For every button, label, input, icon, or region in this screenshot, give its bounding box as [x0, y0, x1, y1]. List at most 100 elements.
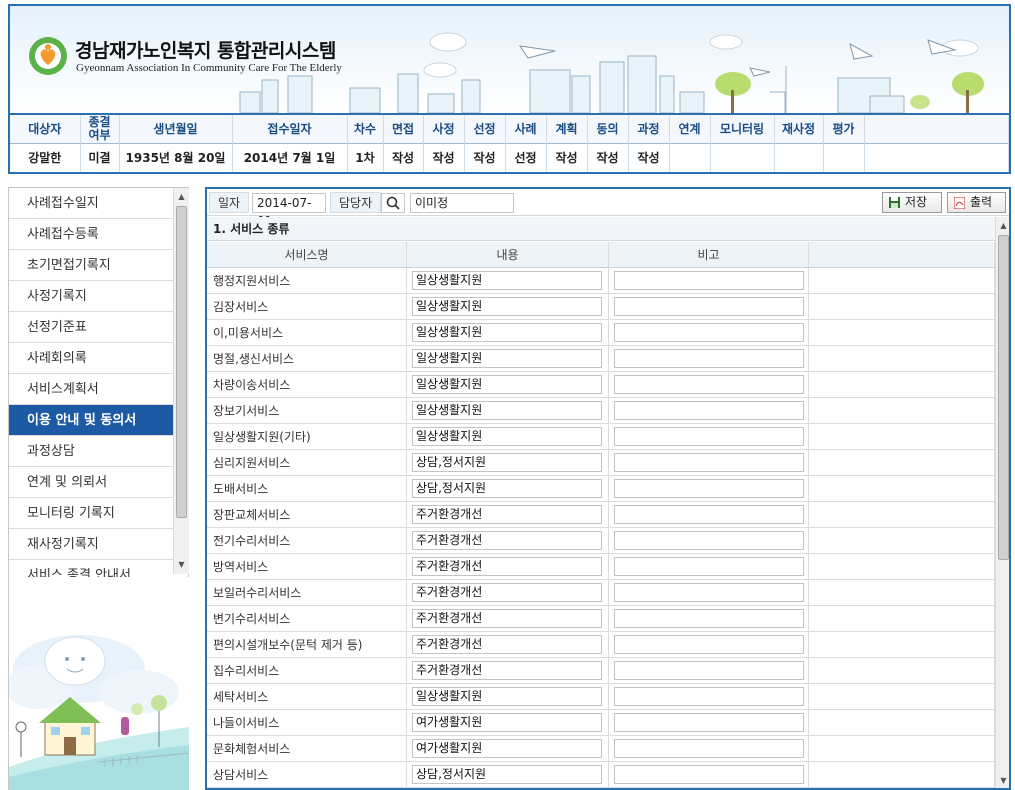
note-input[interactable] — [614, 271, 804, 290]
content-input[interactable]: 주거환경개선 — [412, 531, 602, 550]
sidebar-item[interactable]: 이용 안내 및 동의서 — [9, 405, 173, 436]
content-input[interactable]: 주거환경개선 — [412, 609, 602, 628]
content-input[interactable]: 일상생활지원 — [412, 427, 602, 446]
sidebar-item[interactable]: 사례접수등록 — [9, 219, 173, 250]
save-button[interactable]: 저장 — [882, 192, 942, 213]
sidebar-item[interactable]: 서비스 종결 안내서 — [9, 560, 173, 577]
content-input[interactable]: 주거환경개선 — [412, 635, 602, 654]
note-input[interactable] — [614, 505, 804, 524]
note-cell — [609, 502, 809, 527]
content-input[interactable]: 일상생활지원 — [412, 401, 602, 420]
note-input[interactable] — [614, 297, 804, 316]
note-input[interactable] — [614, 739, 804, 758]
content-input[interactable]: 일상생활지원 — [412, 687, 602, 706]
table-row: 이,미용서비스 일상생활지원 — [207, 320, 995, 346]
note-input[interactable] — [614, 323, 804, 342]
content-input[interactable]: 상담,정서지원 — [412, 765, 602, 784]
value-process[interactable]: 작성 — [628, 142, 670, 172]
manager-label: 담당자 — [330, 192, 382, 213]
content-input[interactable]: 일상생활지원 — [412, 271, 602, 290]
header-closure: 종결 여부 — [80, 113, 120, 143]
content-cell: 일상생활지원 — [407, 372, 609, 397]
note-input[interactable] — [614, 531, 804, 550]
value-selection[interactable]: 작성 — [464, 142, 506, 172]
content-input[interactable]: 주거환경개선 — [412, 661, 602, 680]
sidebar-item[interactable]: 사례접수일지 — [9, 188, 173, 219]
content-input[interactable]: 여가생활지원 — [412, 739, 602, 758]
value-plan[interactable]: 작성 — [546, 142, 588, 172]
note-input[interactable] — [614, 713, 804, 732]
value-case[interactable]: 선정 — [505, 142, 547, 172]
note-input[interactable] — [614, 687, 804, 706]
manager-input[interactable]: 이미정 — [410, 193, 514, 213]
note-cell — [609, 268, 809, 293]
content-input[interactable]: 상담,정서지원 — [412, 479, 602, 498]
value-evaluation[interactable] — [823, 142, 865, 172]
service-name: 차량이송서비스 — [207, 372, 407, 397]
scroll-up-icon[interactable]: ▲ — [996, 219, 1009, 233]
sidebar-item[interactable]: 과정상담 — [9, 436, 173, 467]
note-input[interactable] — [614, 609, 804, 628]
extra-cell — [809, 424, 995, 449]
sidebar-scroll-thumb[interactable] — [176, 206, 187, 518]
table-row: 김장서비스 일상생활지원 — [207, 294, 995, 320]
col-header-extra — [809, 242, 995, 267]
value-round: 1차 — [347, 142, 384, 172]
content-input[interactable]: 일상생활지원 — [412, 323, 602, 342]
content-input[interactable]: 일상생활지원 — [412, 375, 602, 394]
content-input[interactable]: 주거환경개선 — [412, 583, 602, 602]
header-process: 과정 — [628, 113, 670, 143]
note-input[interactable] — [614, 427, 804, 446]
extra-cell — [809, 398, 995, 423]
note-cell — [609, 450, 809, 475]
content-input[interactable]: 상담,정서지원 — [412, 453, 602, 472]
content-cell: 주거환경개선 — [407, 606, 609, 631]
scroll-up-icon[interactable]: ▲ — [174, 190, 189, 204]
note-input[interactable] — [614, 557, 804, 576]
manager-search-button[interactable] — [381, 193, 405, 213]
sidebar-item[interactable]: 서비스계획서 — [9, 374, 173, 405]
table-row: 방역서비스 주거환경개선 — [207, 554, 995, 580]
content-input[interactable]: 주거환경개선 — [412, 505, 602, 524]
sidebar-item[interactable]: 재사정기록지 — [9, 529, 173, 560]
content-input[interactable]: 여가생활지원 — [412, 713, 602, 732]
print-button[interactable]: 출력 — [947, 192, 1006, 213]
value-link[interactable] — [669, 142, 711, 172]
header-assessment: 사정 — [423, 113, 465, 143]
note-input[interactable] — [614, 479, 804, 498]
sidebar-item[interactable]: 연계 및 의뢰서 — [9, 467, 173, 498]
sidebar-item[interactable]: 선정기준표 — [9, 312, 173, 343]
value-monitoring[interactable] — [710, 142, 775, 172]
sidebar-scrollbar[interactable]: ▲ ▼ — [173, 188, 189, 574]
content-input[interactable]: 일상생활지원 — [412, 349, 602, 368]
note-input[interactable] — [614, 583, 804, 602]
scroll-down-icon[interactable]: ▼ — [996, 774, 1009, 788]
note-input[interactable] — [614, 765, 804, 784]
main-scroll-thumb[interactable] — [998, 235, 1009, 560]
table-row: 보일러수리서비스 주거환경개선 — [207, 580, 995, 606]
service-name: 도배서비스 — [207, 476, 407, 501]
content-input[interactable]: 주거환경개선 — [412, 557, 602, 576]
scroll-down-icon[interactable]: ▼ — [174, 558, 189, 572]
service-name: 장보기서비스 — [207, 398, 407, 423]
value-assessment[interactable]: 작성 — [423, 142, 465, 172]
sidebar-item[interactable]: 사정기록지 — [9, 281, 173, 312]
note-input[interactable] — [614, 635, 804, 654]
main-scrollbar[interactable]: ▲ ▼ — [995, 217, 1009, 788]
date-input[interactable]: 2014-07-01 — [252, 193, 326, 228]
sidebar-item[interactable]: 초기면접기록지 — [9, 250, 173, 281]
extra-cell — [809, 346, 995, 371]
note-input[interactable] — [614, 375, 804, 394]
value-reassessment[interactable] — [774, 142, 824, 172]
sidebar-item[interactable]: 모니터링 기록지 — [9, 498, 173, 529]
content-input[interactable]: 일상생활지원 — [412, 297, 602, 316]
sidebar-item[interactable]: 사례회의록 — [9, 343, 173, 374]
note-input[interactable] — [614, 453, 804, 472]
service-name: 이,미용서비스 — [207, 320, 407, 345]
note-input[interactable] — [614, 349, 804, 368]
value-interview[interactable]: 작성 — [383, 142, 424, 172]
note-input[interactable] — [614, 661, 804, 680]
note-input[interactable] — [614, 401, 804, 420]
header-receipt-date: 접수일자 — [232, 113, 348, 143]
value-consent[interactable]: 작성 — [587, 142, 629, 172]
